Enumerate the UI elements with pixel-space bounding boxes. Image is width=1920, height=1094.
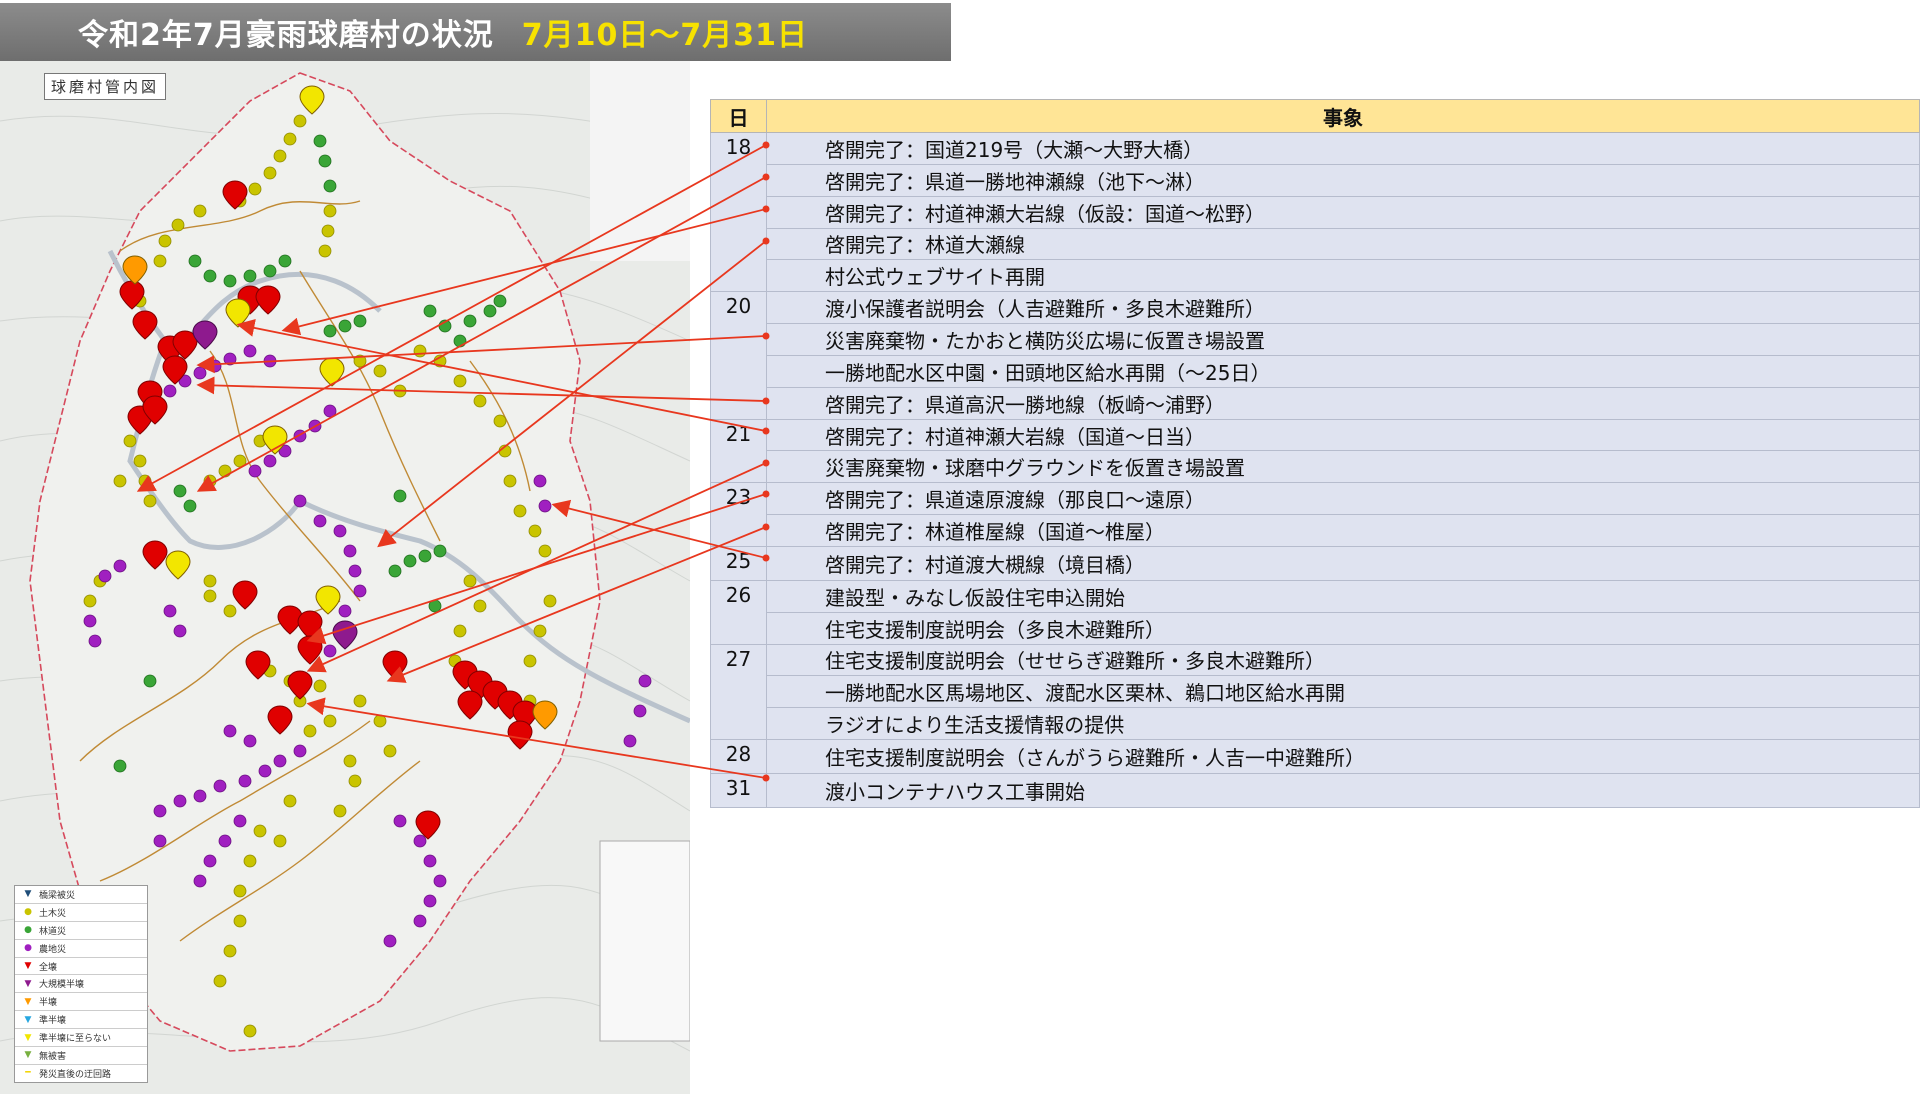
event-cell: 渡小保護者説明会（人吉避難所・多良木避難所）	[766, 291, 1920, 325]
table-row: 啓開完了：県道一勝地神瀬線（池下～淋）	[711, 164, 1920, 197]
event-cell: 啓開完了：県道遠原渡線（那良口～遠原）	[766, 482, 1920, 516]
table-header-row: 日 事象	[710, 99, 1920, 133]
event-cell: 啓開完了：村道渡大槻線（境目橋）	[766, 546, 1920, 581]
legend-item: ● 農地災	[15, 940, 147, 958]
table-row: 18 啓開完了：国道219号（大瀬～大野大橋）	[710, 132, 1920, 293]
legend-label: 林道災	[39, 926, 67, 937]
table-row: 村公式ウェブサイト再開	[711, 259, 1920, 293]
day-cell: 25	[710, 546, 767, 581]
event-cell: 啓開完了：林道大瀬線	[766, 228, 1920, 261]
legend-farmland-icon: ●	[24, 943, 32, 954]
table-row: 26 建設型・みなし仮設住宅申込開始	[710, 580, 1920, 645]
event-cell: 一勝地配水区中園・田頭地区給水再開（～25日）	[766, 355, 1920, 388]
event-cell: 渡小コンテナハウス工事開始	[766, 773, 1920, 808]
legend-item: ▼ 橋梁被災	[15, 886, 147, 904]
table-row: 一勝地配水区中園・田頭地区給水再開（～25日）	[711, 355, 1920, 388]
event-cell: 住宅支援制度説明会（さんがうら避難所・人吉一中避難所）	[766, 739, 1920, 774]
table-row: 災害廃棄物・たかおと横防災広場に仮置き場設置	[711, 323, 1920, 356]
table-row: 一勝地配水区馬場地区、渡配水区栗林、鵜口地区給水再開	[711, 675, 1920, 709]
legend-item: ━ 発災直後の迂回路	[15, 1065, 147, 1082]
table-row: 啓開完了：村道神瀬大岩線（仮設：国道～松野）	[711, 196, 1920, 229]
legend-item: ▼ 準半壊	[15, 1011, 147, 1030]
table-row: 啓開完了：林道椎屋線（国道～椎屋）	[711, 514, 1920, 547]
legend-label: 土木災	[39, 908, 67, 919]
legend-label: 大規模半壊	[39, 980, 85, 991]
table-row: 住宅支援制度説明会（多良木避難所）	[711, 612, 1920, 645]
table-row: 21 啓開完了：村道神瀬大岩線（国道～日当）	[710, 419, 1920, 484]
event-cell: 村公式ウェブサイト再開	[766, 259, 1920, 293]
event-cell: 啓開完了：林道椎屋線（国道～椎屋）	[766, 514, 1920, 547]
legend-label: 無被害	[39, 1051, 67, 1062]
table-row: 27 住宅支援制度説明会（せせらぎ避難所・多良木避難所）	[710, 644, 1920, 741]
legend-label: 全壊	[39, 962, 58, 973]
table-row: 31 渡小コンテナハウス工事開始	[710, 773, 1920, 808]
day-cell: 28	[710, 739, 767, 774]
day-cell: 20	[710, 291, 767, 420]
legend-label: 準半壊に至らない	[39, 1034, 112, 1045]
legend-label: 橋梁被災	[39, 890, 76, 901]
event-cell: 啓開完了：県道高沢一勝地線（板崎～浦野）	[766, 387, 1920, 420]
legend-major-half-icon: ▼	[24, 978, 32, 989]
event-cell: 建設型・みなし仮設住宅申込開始	[766, 580, 1920, 613]
event-cell: 啓開完了：村道神瀬大岩線（国道～日当）	[766, 419, 1920, 452]
legend-bridge-icon: ▼	[24, 889, 32, 900]
legend-total-loss-icon: ▼	[24, 961, 32, 971]
legend-item: ▼ 大規模半壊	[15, 975, 147, 994]
map-legend: ▼ 橋梁被災 ● 土木災 ● 林道災 ● 農地災 ▼ 全壊 ▼ 大規模半壊 ▼ 半壊 ▼ 準半壊…	[14, 885, 148, 1083]
event-header: 事象	[766, 99, 1920, 133]
day-cell: 27	[710, 644, 767, 741]
event-cell: 啓開完了：国道219号（大瀬～大野大橋）	[766, 132, 1920, 165]
village-map[interactable]: 球磨村管内図 ▼ 橋梁被災 ● 土木災 ● 林道災 ● 農地災 ▼ 全壊 ▼ 大規模半壊 ▼…	[0, 61, 690, 1094]
event-cell: 住宅支援制度説明会（せせらぎ避難所・多良木避難所）	[766, 644, 1920, 677]
legend-item: ▼ 準半壊に至らない	[15, 1029, 147, 1048]
day-cell: 31	[710, 773, 767, 808]
legend-item: ▼ 全壊	[15, 958, 147, 976]
legend-forest-road-icon: ●	[24, 925, 32, 936]
legend-item: ● 林道災	[15, 922, 147, 940]
event-cell: 一勝地配水区馬場地区、渡配水区栗林、鵜口地区給水再開	[766, 675, 1920, 709]
day-cell: 26	[710, 580, 767, 645]
legend-item: ● 土木災	[15, 904, 147, 922]
legend-label: 半壊	[39, 998, 58, 1009]
legend-item: ▼ 無被害	[15, 1047, 147, 1065]
table-row: 20 渡小保護者説明会（人吉避難所・多良木避難所）	[710, 291, 1920, 420]
event-cell: 啓開完了：県道一勝地神瀬線（池下～淋）	[766, 164, 1920, 197]
legend-civil-icon: ●	[24, 907, 32, 918]
table-row: 災害廃棄物・球磨中グラウンドを仮置き場設置	[711, 450, 1920, 484]
period-label: 7月10日～7月31日	[521, 18, 808, 53]
legend-half-icon: ▼	[24, 996, 32, 1007]
event-cell: 災害廃棄物・たかおと横防災広場に仮置き場設置	[766, 323, 1920, 356]
day-cell: 23	[710, 482, 767, 547]
legend-label: 農地災	[39, 944, 67, 955]
table-row: 啓開完了：県道高沢一勝地線（板崎～浦野）	[711, 387, 1920, 420]
table-row: 25 啓開完了：村道渡大槻線（境目橋）	[710, 546, 1920, 581]
table-row: 28 住宅支援制度説明会（さんがうら避難所・人吉一中避難所）	[710, 739, 1920, 774]
table-row: 啓開完了：林道大瀬線	[711, 228, 1920, 261]
legend-label: 発災直後の迂回路	[39, 1069, 112, 1080]
title-bar: 令和2年7月豪雨球磨村の状況 7月10日～7月31日	[0, 3, 951, 61]
table-row: 23 啓開完了：県道遠原渡線（那良口～遠原）	[710, 482, 1920, 547]
event-cell: 啓開完了：村道神瀬大岩線（仮設：国道～松野）	[766, 196, 1920, 229]
legend-item: ▼ 半壊	[15, 993, 147, 1012]
legend-label: 準半壊	[39, 1016, 67, 1027]
day-header: 日	[710, 99, 767, 133]
day-cell: 18	[710, 132, 767, 293]
event-cell: 住宅支援制度説明会（多良木避難所）	[766, 612, 1920, 645]
legend-no-damage-icon: ▼	[24, 1050, 32, 1061]
legend-minor-icon: ▼	[24, 1032, 32, 1043]
event-cell: ラジオにより生活支援情報の提供	[766, 707, 1920, 741]
table-row: ラジオにより生活支援情報の提供	[711, 707, 1920, 741]
page-title: 令和2年7月豪雨球磨村の状況	[78, 18, 494, 53]
map-label: 球磨村管内図	[44, 73, 167, 100]
events-table: 日 事象 18 啓開完了：国道219号（大瀬～大野大橋） 啓開完了：県道一勝地神瀬…	[710, 99, 1920, 808]
event-cell: 災害廃棄物・球磨中グラウンドを仮置き場設置	[766, 450, 1920, 484]
day-cell: 21	[710, 419, 767, 484]
legend-semi-half-icon: ▼	[24, 1014, 32, 1025]
legend-detour-icon: ━	[25, 1068, 31, 1079]
